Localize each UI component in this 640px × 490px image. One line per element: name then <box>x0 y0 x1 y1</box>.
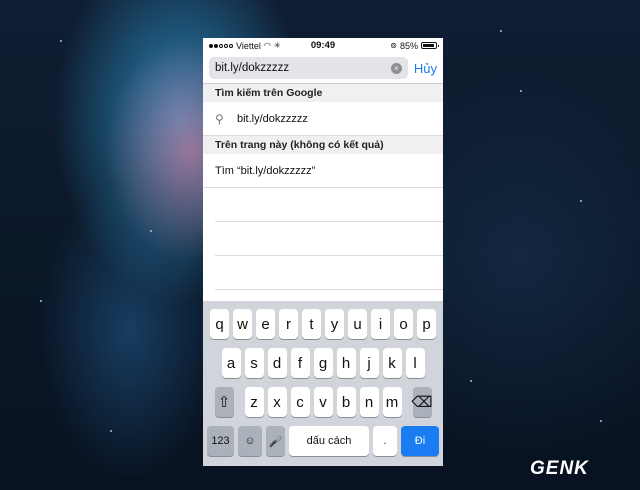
key-n[interactable]: n <box>359 387 379 417</box>
key-e[interactable]: e <box>256 309 275 339</box>
key-t[interactable]: t <box>302 309 321 339</box>
key-a[interactable]: a <box>221 348 241 378</box>
space-key[interactable]: dấu cách <box>289 426 369 456</box>
key-q[interactable]: q <box>210 309 229 339</box>
backspace-key-icon[interactable]: ⌫ <box>411 387 433 417</box>
battery-icon <box>421 42 439 49</box>
clear-text-icon[interactable]: × <box>390 62 402 74</box>
key-l[interactable]: l <box>405 348 425 378</box>
cancel-button[interactable]: Hủy <box>414 61 437 76</box>
shift-key-icon[interactable]: ⇧ <box>214 387 234 417</box>
empty-list-row <box>215 256 443 290</box>
key-h[interactable]: h <box>336 348 356 378</box>
search-icon: ⚲ <box>215 111 224 126</box>
empty-list-row <box>215 188 443 222</box>
key-m[interactable]: m <box>382 387 402 417</box>
key-s[interactable]: s <box>244 348 264 378</box>
emoji-key-icon[interactable]: ☺ <box>238 426 262 456</box>
address-input[interactable]: bit.ly/dokzzzzz × <box>209 57 408 79</box>
key-y[interactable]: y <box>325 309 344 339</box>
address-input-value: bit.ly/dokzzzzz <box>215 62 290 74</box>
keyboard-row-4: 123 ☺ 🎤 dấu cách . Đi <box>203 426 443 456</box>
google-search-header: Tìm kiếm trên Google <box>203 84 443 102</box>
key-u[interactable]: u <box>348 309 367 339</box>
numbers-key[interactable]: 123 <box>207 426 234 456</box>
key-x[interactable]: x <box>267 387 287 417</box>
keyboard: q w e r t y u i o p a s d f g h j k l ⇧ … <box>203 301 443 466</box>
genk-watermark-logo: GENK <box>530 458 589 479</box>
key-b[interactable]: b <box>336 387 356 417</box>
keyboard-row-2: a s d f g h j k l <box>203 348 443 378</box>
go-key[interactable]: Đi <box>401 426 439 456</box>
status-bar: Viettel ◠ ✳ 09:49 ⊚ 85% <box>203 38 443 53</box>
phone-screen: Viettel ◠ ✳ 09:49 ⊚ 85% bit.ly/dokzzzzz … <box>203 38 443 466</box>
address-bar-row: bit.ly/dokzzzzz × Hủy <box>203 53 443 84</box>
key-r[interactable]: r <box>279 309 298 339</box>
key-j[interactable]: j <box>359 348 379 378</box>
status-time: 09:49 <box>310 40 336 51</box>
key-f[interactable]: f <box>290 348 310 378</box>
find-on-page-row[interactable]: Tìm “bit.ly/dokzzzzz” <box>203 154 443 188</box>
keyboard-row-3: ⇧ z x c v b n m ⌫ <box>203 387 443 417</box>
google-suggestion-row[interactable]: ⚲ bit.ly/dokzzzzz <box>203 102 443 136</box>
key-w[interactable]: w <box>233 309 252 339</box>
key-c[interactable]: c <box>290 387 310 417</box>
google-suggestion-text: bit.ly/dokzzzzz <box>237 112 308 125</box>
period-key[interactable]: . <box>373 426 397 456</box>
key-p[interactable]: p <box>417 309 436 339</box>
find-on-page-text: Tìm “bit.ly/dokzzzzz” <box>215 164 316 177</box>
key-d[interactable]: d <box>267 348 287 378</box>
on-page-header: Trên trang này (không có kết quả) <box>203 136 443 154</box>
microphone-key-icon[interactable]: 🎤 <box>266 426 285 456</box>
key-z[interactable]: z <box>244 387 264 417</box>
empty-list-row <box>215 222 443 256</box>
key-v[interactable]: v <box>313 387 333 417</box>
key-i[interactable]: i <box>371 309 390 339</box>
key-g[interactable]: g <box>313 348 333 378</box>
key-o[interactable]: o <box>394 309 413 339</box>
keyboard-row-1: q w e r t y u i o p <box>203 309 443 339</box>
key-k[interactable]: k <box>382 348 402 378</box>
